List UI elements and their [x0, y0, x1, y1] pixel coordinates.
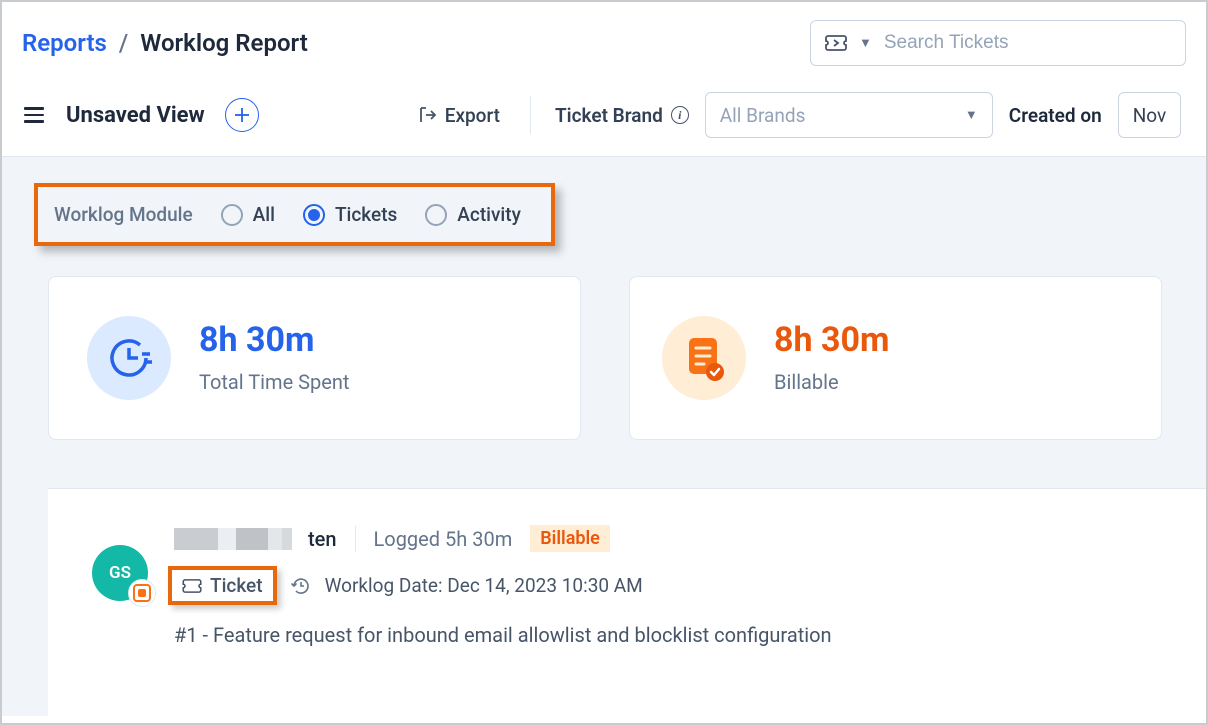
created-on-label: Created on	[1009, 104, 1102, 127]
radio-icon	[425, 204, 447, 226]
export-icon	[417, 105, 437, 125]
worklog-module-filter: Worklog Module All Tickets Activity	[34, 183, 555, 246]
billable-chip: Billable	[530, 525, 610, 552]
add-view-button[interactable]	[225, 98, 259, 132]
view-title: Unsaved View	[66, 103, 205, 128]
history-icon	[291, 576, 311, 596]
ticket-icon	[182, 579, 202, 593]
radio-icon	[303, 204, 325, 226]
ticket-title[interactable]: #1 - Feature request for inbound email a…	[174, 623, 1176, 647]
date-value: Nov	[1133, 104, 1166, 127]
radio-label-tickets: Tickets	[335, 203, 397, 226]
date-select[interactable]: Nov	[1118, 92, 1181, 138]
billable-icon	[662, 316, 746, 400]
worklog-date: Worklog Date: Dec 14, 2023 10:30 AM	[325, 574, 643, 597]
radio-activity[interactable]: Activity	[425, 203, 521, 226]
agent-name	[174, 528, 292, 550]
billable-value: 8h 30m	[774, 322, 889, 359]
radio-label-all: All	[253, 203, 275, 226]
export-label: Export	[445, 104, 500, 127]
ticket-tag-label: Ticket	[210, 574, 263, 597]
divider	[530, 96, 531, 134]
avatar-badge-icon	[128, 579, 156, 607]
chevron-down-icon[interactable]: ▼	[859, 35, 872, 51]
card-billable: 8h 30m Billable	[629, 276, 1162, 440]
radio-all[interactable]: All	[221, 203, 275, 226]
brand-select[interactable]: All Brands ▼	[705, 92, 993, 138]
ticket-icon	[825, 35, 847, 51]
logged-time: Logged 5h 30m	[374, 527, 513, 551]
brand-value: All Brands	[720, 104, 806, 127]
avatar-initials: GS	[109, 563, 131, 583]
export-button[interactable]: Export	[411, 100, 506, 131]
clock-icon	[87, 316, 171, 400]
agent-name-suffix: ten	[308, 527, 337, 551]
breadcrumb-current: Worklog Report	[140, 29, 308, 57]
breadcrumb-separator: /	[119, 29, 128, 57]
billable-label: Billable	[774, 370, 889, 394]
search-input[interactable]	[884, 32, 1171, 54]
search-box[interactable]: ▼	[810, 20, 1186, 66]
breadcrumb-parent[interactable]: Reports	[22, 29, 107, 57]
total-time-value: 8h 30m	[199, 322, 349, 359]
ticket-tag[interactable]: Ticket	[168, 566, 277, 605]
total-time-label: Total Time Spent	[199, 370, 349, 394]
avatar[interactable]: GS	[92, 545, 148, 601]
divider	[355, 526, 356, 552]
log-panel: GS ten Logged 5h 30m Billable	[48, 488, 1206, 718]
brand-label: Ticket Brand i	[555, 104, 689, 127]
card-total-time: 8h 30m Total Time Spent	[48, 276, 581, 440]
breadcrumb: Reports / Worklog Report	[22, 29, 308, 57]
log-entry: GS ten Logged 5h 30m Billable	[92, 525, 1176, 647]
radio-tickets[interactable]: Tickets	[303, 203, 397, 226]
module-filter-label: Worklog Module	[54, 203, 193, 226]
menu-icon[interactable]	[22, 105, 46, 125]
info-icon[interactable]: i	[671, 106, 689, 124]
radio-label-activity: Activity	[457, 203, 521, 226]
radio-icon	[221, 204, 243, 226]
chevron-down-icon: ▼	[965, 107, 978, 123]
